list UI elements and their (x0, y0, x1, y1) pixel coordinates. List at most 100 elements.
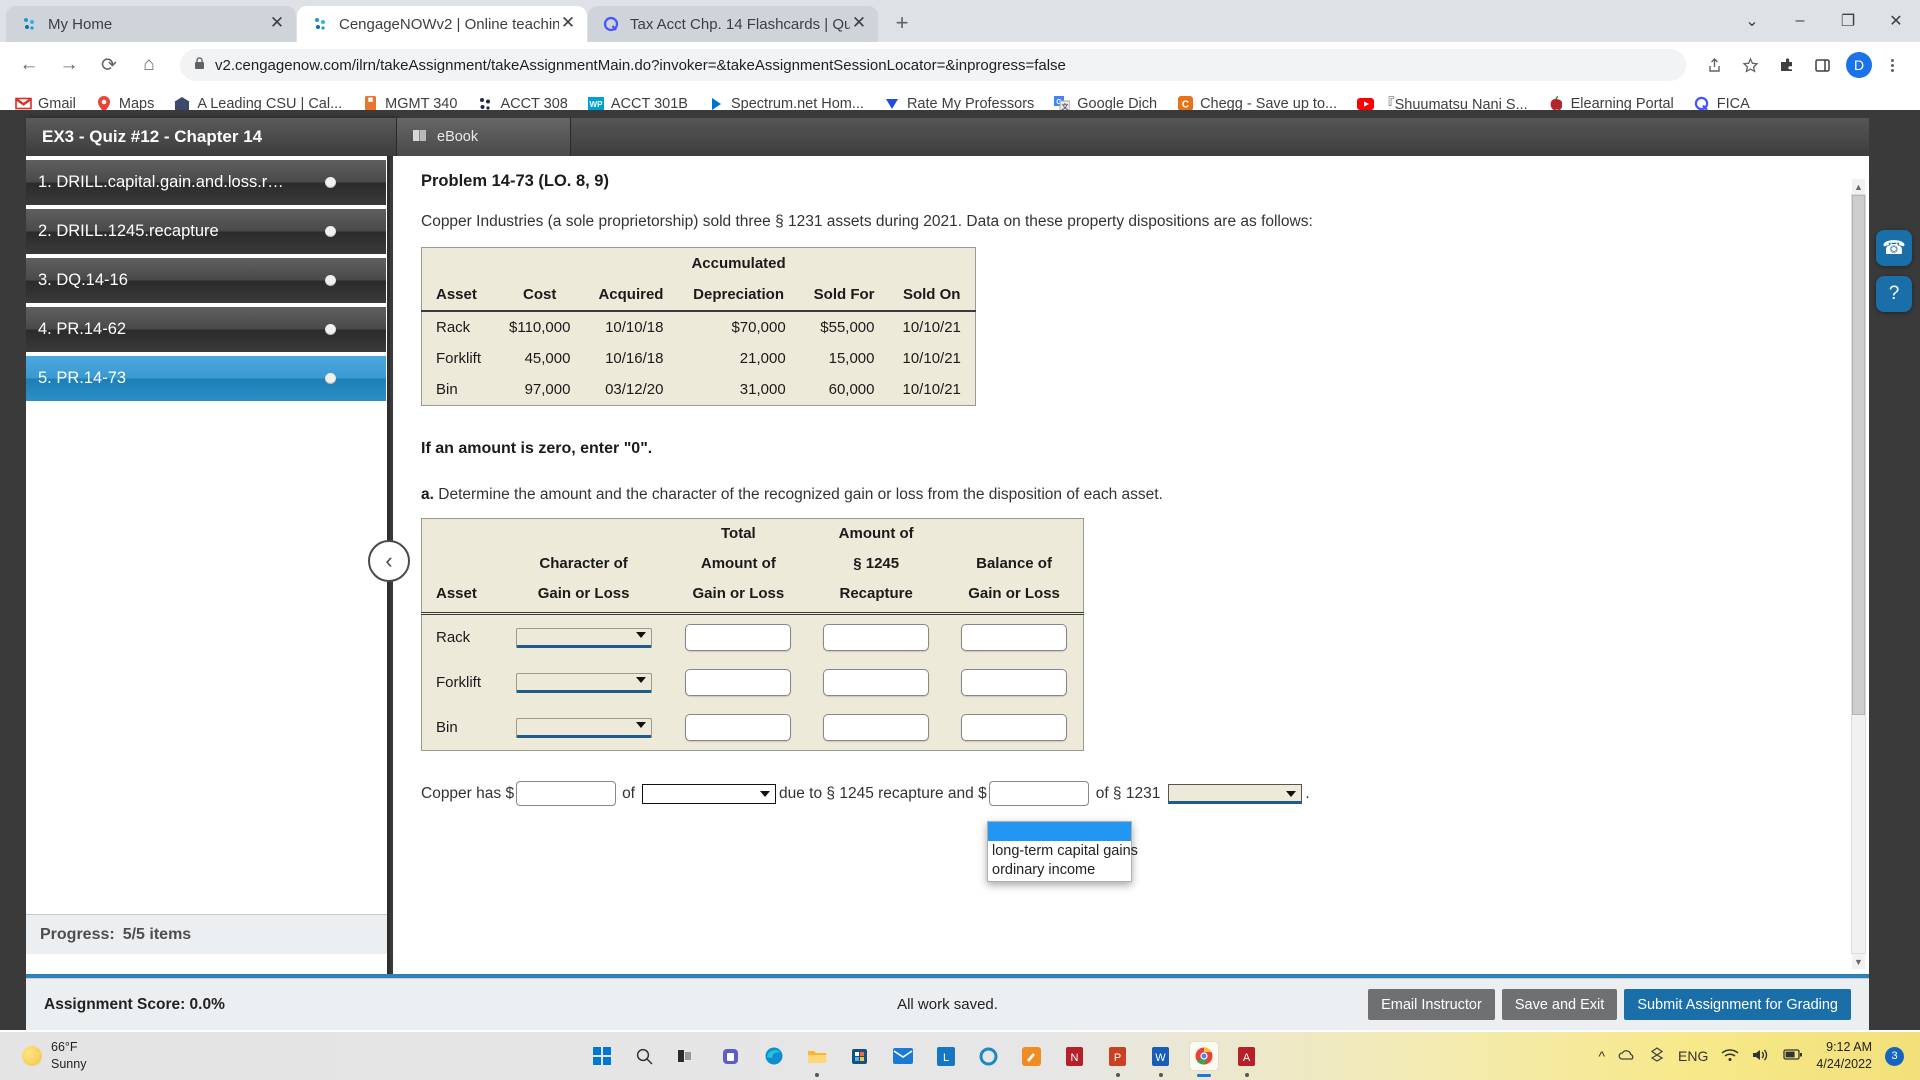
store-icon[interactable] (845, 1041, 875, 1071)
cell-cost: 45,000 (524, 350, 571, 367)
back-icon[interactable]: ← (12, 48, 46, 82)
assignment-sidebar: 1. DRILL.capital.gain.and.loss.r… 2. DRI… (26, 156, 390, 1016)
help-icon[interactable]: ? (1876, 276, 1912, 312)
copper-character-select-2[interactable] (1168, 783, 1303, 804)
dropdown-option-ordinary[interactable]: ordinary income (988, 860, 1131, 879)
powerpoint-icon[interactable]: P (1103, 1041, 1133, 1077)
sidebar-item-2[interactable]: 2. DRILL.1245.recapture (26, 209, 386, 254)
active-indicator (1196, 1074, 1211, 1077)
menu-icon[interactable] (1876, 49, 1908, 81)
scrollbar-thumb[interactable] (1852, 195, 1865, 715)
search-icon[interactable] (630, 1041, 660, 1071)
cell-sold-for: 60,000 (828, 381, 875, 398)
total-gain-input-bin[interactable] (685, 714, 792, 742)
browser-window: My Home ✕ CengageNOWv2 | Online teachin … (0, 0, 1920, 1080)
chevron-down-icon (760, 790, 770, 797)
spacer-cell (800, 248, 889, 280)
onedrive-icon[interactable] (1618, 1048, 1636, 1065)
headset-icon[interactable]: ☎ (1876, 230, 1912, 266)
total-gain-input-forklift[interactable] (685, 669, 792, 697)
minimize-button[interactable]: – (1776, 0, 1824, 42)
cell-sold-for: 15,000 (828, 350, 875, 367)
sidepanel-icon[interactable] (1806, 49, 1838, 81)
home-icon[interactable]: ⌂ (132, 48, 166, 82)
mail-icon[interactable] (888, 1041, 918, 1071)
browser-tab-2[interactable]: Tax Acct Chp. 14 Flashcards | Qui ✕ (588, 6, 878, 42)
new-tab-button[interactable]: + (885, 6, 919, 40)
dropdown-option-ltcg[interactable]: long-term capital gains (988, 841, 1138, 860)
submit-assignment-button[interactable]: Submit Assignment for Grading (1624, 989, 1851, 1020)
collapse-sidebar-button[interactable]: ‹ (368, 540, 410, 582)
browser-tab-1[interactable]: CengageNOWv2 | Online teachin ✕ (297, 6, 587, 42)
balance-input-bin[interactable] (961, 714, 1068, 742)
balance-input-rack[interactable] (961, 624, 1068, 652)
sidebar-item-label: 4. PR.14-62 (38, 320, 127, 338)
recapture-input-rack[interactable] (823, 624, 930, 652)
cell-depreciation: $70,000 (731, 319, 786, 336)
close-icon[interactable]: ✕ (850, 14, 868, 33)
acrobat-icon[interactable]: A (1232, 1041, 1262, 1077)
task-view-icon[interactable] (673, 1041, 703, 1071)
notification-badge[interactable]: 3 (1885, 1046, 1904, 1066)
hdr-balance-l1 (945, 519, 1083, 549)
battery-icon[interactable] (1783, 1048, 1803, 1064)
clock[interactable]: 9:12 AM 4/24/2022 (1816, 1039, 1872, 1073)
cell-depreciation: 21,000 (739, 350, 786, 367)
file-explorer-icon[interactable] (802, 1041, 832, 1077)
recapture-input-bin[interactable] (823, 714, 930, 742)
cortana-icon[interactable] (974, 1041, 1004, 1071)
chrome-icon[interactable] (1188, 1041, 1219, 1077)
star-icon[interactable] (1734, 49, 1766, 81)
language-indicator[interactable]: ENG (1678, 1048, 1708, 1064)
avatar[interactable]: D (1846, 52, 1872, 78)
onenote-icon[interactable]: N (1060, 1041, 1090, 1071)
start-icon[interactable] (587, 1041, 617, 1071)
extensions-icon[interactable] (1770, 49, 1802, 81)
recapture-input-forklift[interactable] (823, 669, 930, 697)
copper-character-select-1[interactable] (642, 783, 776, 804)
character-select-bin[interactable]: long-term capital gainsordinary income (515, 717, 652, 738)
maximize-button[interactable]: ❐ (1824, 0, 1872, 42)
close-icon[interactable]: ✕ (559, 14, 577, 33)
weather-widget[interactable]: 66°F Sunny (0, 1039, 250, 1073)
paint-icon[interactable] (1017, 1041, 1047, 1071)
word-icon[interactable]: W (1146, 1041, 1176, 1077)
dropdown-option-blank[interactable] (988, 822, 1131, 842)
browser-tab-0[interactable]: My Home ✕ (6, 6, 296, 42)
sidebar-item-5[interactable]: 5. PR.14-73 (26, 356, 386, 401)
volume-icon[interactable] (1752, 1048, 1770, 1065)
character-select-rack[interactable]: long-term capital gainsordinary income (515, 627, 652, 648)
scroll-down-icon[interactable]: ▼ (1852, 954, 1865, 969)
total-gain-input-rack[interactable] (685, 624, 792, 652)
address-bar[interactable]: v2.cengagenow.com/ilrn/takeAssignment/ta… (180, 49, 1686, 81)
forward-icon[interactable]: → (52, 48, 86, 82)
svg-text:A: A (1243, 1052, 1251, 1064)
scroll-up-icon[interactable]: ▲ (1852, 179, 1865, 194)
dropbox-icon[interactable] (1649, 1047, 1665, 1065)
save-and-exit-button[interactable]: Save and Exit (1501, 989, 1618, 1020)
email-instructor-button[interactable]: Email Instructor (1368, 989, 1495, 1020)
share-icon[interactable] (1698, 49, 1730, 81)
reload-icon[interactable]: ⟳ (92, 48, 126, 82)
copper-amount-1245-input[interactable] (516, 781, 617, 807)
balance-input-forklift[interactable] (961, 669, 1068, 697)
sidebar-item-3[interactable]: 3. DQ.14-16 (26, 258, 386, 303)
tab-search-icon[interactable]: ⌄ (1728, 0, 1776, 42)
character-select-forklift[interactable]: long-term capital gainsordinary income (515, 672, 652, 693)
column-header-asset: Asset (421, 279, 495, 312)
sidebar-item-1[interactable]: 1. DRILL.capital.gain.and.loss.r… (26, 160, 386, 205)
edge-icon[interactable] (759, 1041, 789, 1071)
chevron-up-icon[interactable]: ^ (1598, 1048, 1605, 1064)
tab-ebook[interactable]: eBook (396, 118, 571, 156)
lockdown-browser-icon[interactable]: L (931, 1041, 961, 1071)
close-icon[interactable]: ✕ (268, 14, 286, 33)
teams-icon[interactable] (716, 1041, 746, 1071)
sidebar-item-list: 1. DRILL.capital.gain.and.loss.r… 2. DRI… (26, 156, 387, 401)
wifi-icon[interactable] (1721, 1048, 1739, 1065)
svg-text:C: C (1181, 100, 1188, 111)
close-window-button[interactable]: ✕ (1872, 0, 1920, 42)
column-header-sold-for: Sold For (799, 279, 889, 312)
content-scrollbar[interactable]: ▲ ▼ (1851, 179, 1866, 969)
copper-amount-1231-input[interactable] (988, 781, 1089, 807)
sidebar-item-4[interactable]: 4. PR.14-62 (26, 307, 386, 352)
